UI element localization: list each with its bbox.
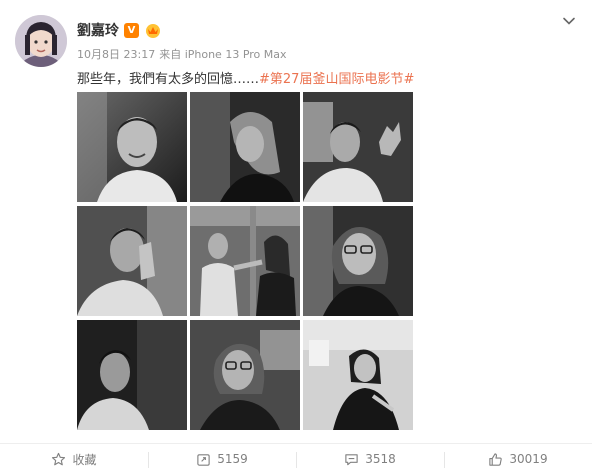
- hashtag-link[interactable]: #第27届釜山国际电影节#: [259, 72, 414, 87]
- member-crown-icon: [144, 22, 162, 38]
- photo-long-hair-profile[interactable]: [190, 92, 300, 202]
- like-button[interactable]: 30019: [444, 444, 592, 474]
- post-text: 那些年，我們有太多的回憶……#第27届釜山国际电影节#: [77, 68, 414, 87]
- avatar-image: [15, 15, 67, 67]
- photo-woman-glasses-talking[interactable]: [190, 320, 300, 430]
- chevron-down-icon[interactable]: [562, 14, 576, 28]
- author-line: 劉嘉玲 V: [77, 20, 162, 40]
- photo-woman-glasses[interactable]: [303, 206, 413, 316]
- photo-two-people-talking[interactable]: [190, 206, 300, 316]
- comment-icon: [345, 453, 358, 465]
- repost-button[interactable]: 5159: [148, 444, 296, 474]
- favorite-label: 收藏: [72, 452, 97, 467]
- verified-badge-icon: V: [124, 22, 139, 38]
- photo-smiling-man[interactable]: [77, 92, 187, 202]
- post-source: 来自 iPhone 13 Pro Max: [159, 48, 287, 61]
- comment-count: 3518: [365, 452, 396, 466]
- repost-icon: [197, 453, 210, 466]
- author-avatar[interactable]: [15, 15, 67, 67]
- author-name[interactable]: 劉嘉玲: [77, 20, 119, 40]
- post-meta: 10月8日 23:17 来自 iPhone 13 Pro Max: [77, 46, 287, 62]
- photo-man-gesturing[interactable]: [303, 92, 413, 202]
- like-count: 30019: [509, 452, 548, 466]
- weibo-post-card: 劉嘉玲 V 10月8日 23:17 来自 iPhone 13 Pro Max 那…: [0, 0, 592, 474]
- post-action-bar: 收藏 5159 3518 30019: [0, 443, 592, 474]
- photo-grid: [77, 92, 414, 430]
- post-body: 那些年，我們有太多的回憶……: [77, 72, 260, 87]
- photo-man-profile[interactable]: [77, 320, 187, 430]
- photo-man-hand-on-face[interactable]: [77, 206, 187, 316]
- star-icon: [52, 452, 66, 465]
- post-time[interactable]: 10月8日 23:17: [77, 46, 155, 62]
- favorite-button[interactable]: 收藏: [0, 444, 148, 474]
- repost-count: 5159: [217, 452, 248, 466]
- comment-button[interactable]: 3518: [296, 444, 444, 474]
- photo-woman-seated[interactable]: [303, 320, 413, 430]
- thumbs-up-icon: [489, 452, 503, 466]
